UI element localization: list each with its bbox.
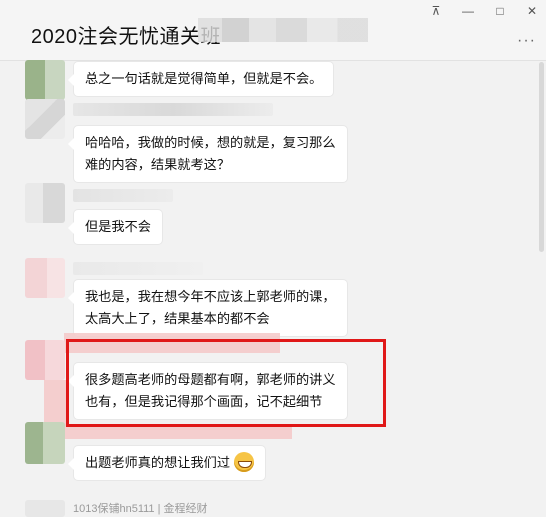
grinning-face-icon (234, 452, 255, 472)
message-text: 哈哈哈，我做的时候，想的就是，复习那么 (85, 135, 336, 150)
chat-title: 2020注会无忧通关班 (31, 26, 221, 48)
avatar[interactable] (25, 60, 65, 100)
message-text: 我也是，我在想今年不应该上郭老师的课， (85, 289, 336, 304)
sender-name: 1013保铺hn5111 | 金程经财 (73, 503, 208, 515)
message-text: 但是我不会 (85, 219, 151, 234)
maximize-button[interactable]: □ (489, 3, 511, 19)
avatar[interactable] (25, 422, 65, 464)
sender-name-blurred (73, 262, 203, 275)
message-bubble[interactable]: 总之一句话就是觉得简单，但就是不会。 (67, 62, 334, 96)
close-button[interactable]: ✕ (521, 3, 543, 19)
message-bubble[interactable]: 哈哈哈，我做的时候，想的就是，复习那么 难的内容，结果就考这？ (68, 126, 347, 182)
message-bubble[interactable]: 但是我不会 (68, 210, 162, 244)
pin-icon[interactable]: ⊼ (425, 3, 447, 19)
message-text: 总之一句话就是觉得简单，但就是不会。 (85, 71, 323, 86)
avatar[interactable] (25, 258, 65, 298)
message-text: 出题老师真的想让我们过 (85, 455, 231, 470)
message-text: 难的内容，结果就考这？ (85, 157, 231, 172)
sender-name-blurred (73, 103, 273, 116)
sender-name-blurred (73, 189, 173, 202)
avatar[interactable] (25, 500, 65, 517)
blurred-title-suffix (198, 18, 368, 42)
message-bubble[interactable]: 我也是，我在想今年不应该上郭老师的课， 太高大上了，结果基本的都不会 (68, 280, 347, 336)
scrollbar-thumb[interactable] (539, 62, 544, 252)
avatar[interactable] (25, 183, 65, 223)
avatar[interactable] (25, 340, 65, 380)
avatar[interactable] (25, 99, 65, 139)
title-bar: 2020注会无忧通关班 ⊼ — □ ✕ ··· (0, 0, 546, 61)
blurred-avatar-strip (44, 380, 66, 426)
minimize-button[interactable]: — (457, 3, 479, 19)
red-highlight-box (66, 339, 386, 427)
message-text: 太高大上了，结果基本的都不会 (85, 311, 270, 326)
more-options-icon[interactable]: ··· (517, 32, 536, 50)
scrollbar[interactable] (539, 62, 544, 514)
message-bubble[interactable]: 出题老师真的想让我们过 (67, 446, 266, 480)
